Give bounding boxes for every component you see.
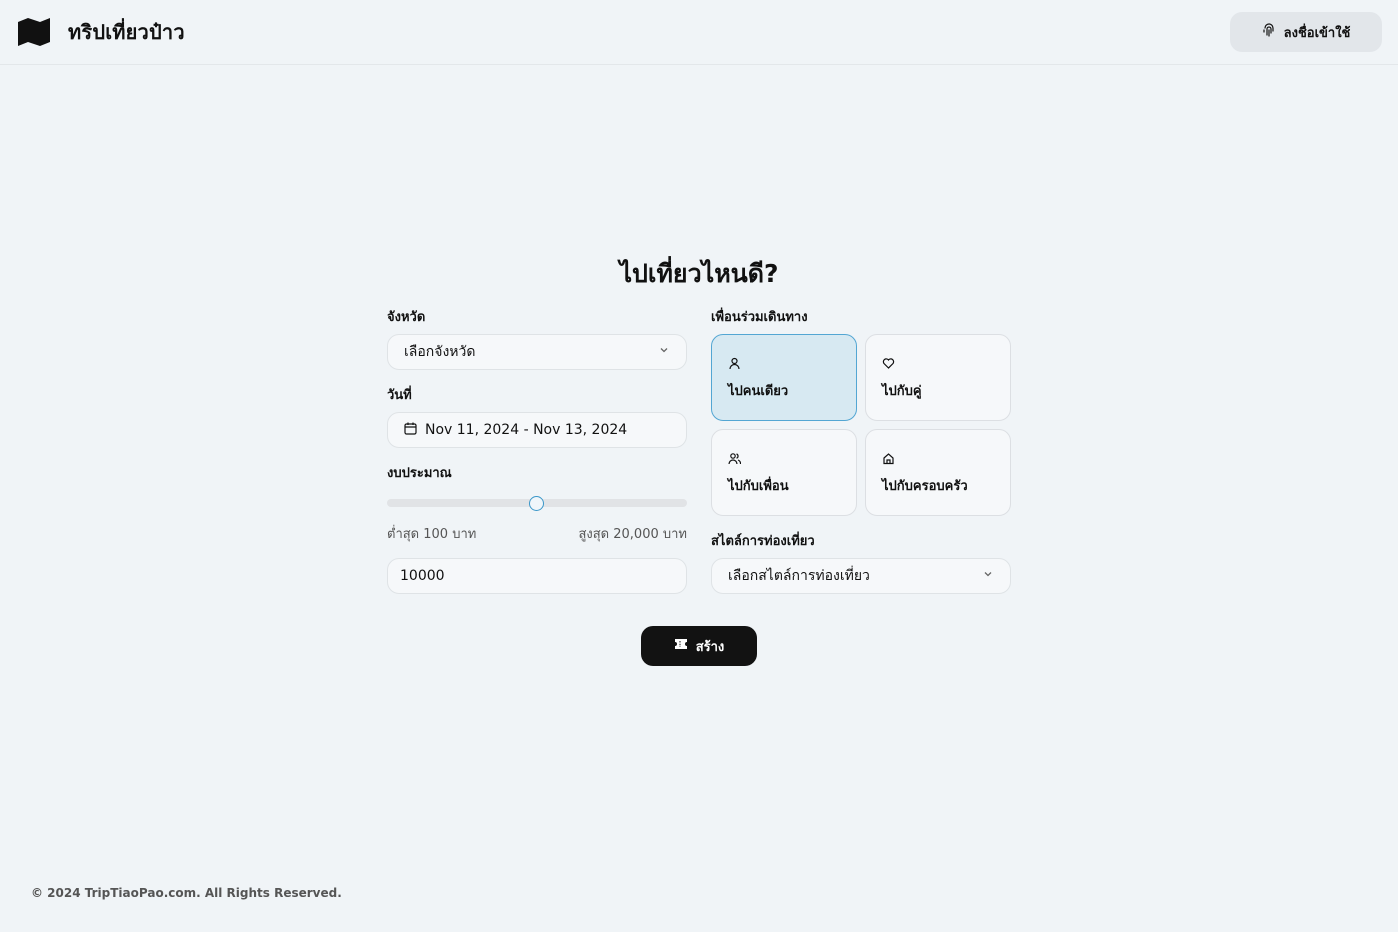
budget-min-label: ต่ำสุด 100 บาท (387, 527, 477, 542)
brand[interactable]: ทริปเที่ยวป๋าว (18, 16, 185, 48)
companion-option-family[interactable]: ไปกับครอบครัว (865, 429, 1011, 516)
companion-option-label: ไปกับครอบครัว (882, 479, 968, 494)
heart-icon (882, 357, 1010, 370)
travel-style-select-value: เลือกสไตล์การท่องเที่ยว (728, 568, 870, 584)
date-range-picker[interactable]: Nov 11, 2024 - Nov 13, 2024 (387, 412, 687, 448)
chevron-down-icon (982, 568, 994, 584)
companions-label: เพื่อนร่วมเดินทาง (711, 310, 808, 325)
login-button[interactable]: ลงชื่อเข้าใช้ (1230, 12, 1382, 52)
budget-slider-thumb[interactable] (528, 495, 544, 511)
ticket-icon (674, 638, 688, 654)
budget-label: งบประมาณ (387, 466, 452, 481)
fingerprint-icon (1262, 23, 1276, 41)
calendar-icon (404, 422, 417, 439)
province-select[interactable]: เลือกจังหวัด (387, 334, 687, 370)
budget-input[interactable]: 10000 (387, 558, 687, 594)
page-title: ไปเที่ยวไหนดี? (619, 259, 779, 288)
budget-input-value: 10000 (400, 568, 445, 584)
home-icon (882, 452, 1010, 465)
companion-option-couple[interactable]: ไปกับคู่ (865, 334, 1011, 421)
create-trip-label: สร้าง (695, 639, 725, 655)
date-label: วันที่ (387, 388, 412, 403)
app-header: ทริปเที่ยวป๋าว ลงชื่อเข้าใช้ (0, 0, 1398, 65)
login-label: ลงชื่อเข้าใช้ (1283, 25, 1351, 41)
create-trip-button[interactable]: สร้าง (641, 626, 757, 666)
companion-option-label: ไปกับเพื่อน (728, 479, 789, 494)
user-icon (728, 357, 856, 370)
budget-slider[interactable] (387, 495, 687, 511)
travel-style-select[interactable]: เลือกสไตล์การท่องเที่ยว (711, 558, 1011, 594)
travel-style-label: สไตล์การท่องเที่ยว (711, 534, 815, 549)
users-icon (728, 452, 856, 465)
brand-name: ทริปเที่ยวป๋าว (68, 20, 185, 44)
chevron-down-icon (658, 344, 670, 360)
companion-option-solo[interactable]: ไปคนเดียว (711, 334, 857, 421)
province-select-value: เลือกจังหวัด (404, 344, 476, 360)
companion-option-label: ไปกับคู่ (882, 384, 922, 399)
footer-copyright: © 2024 TripTiaoPao.com. All Rights Reser… (31, 886, 342, 900)
companion-option-label: ไปคนเดียว (728, 384, 789, 399)
map-icon (18, 18, 50, 46)
province-label: จังหวัด (387, 310, 426, 325)
companion-option-friends[interactable]: ไปกับเพื่อน (711, 429, 857, 516)
budget-max-label: สูงสุด 20,000 บาท (578, 527, 687, 542)
date-range-value: Nov 11, 2024 - Nov 13, 2024 (425, 422, 628, 438)
